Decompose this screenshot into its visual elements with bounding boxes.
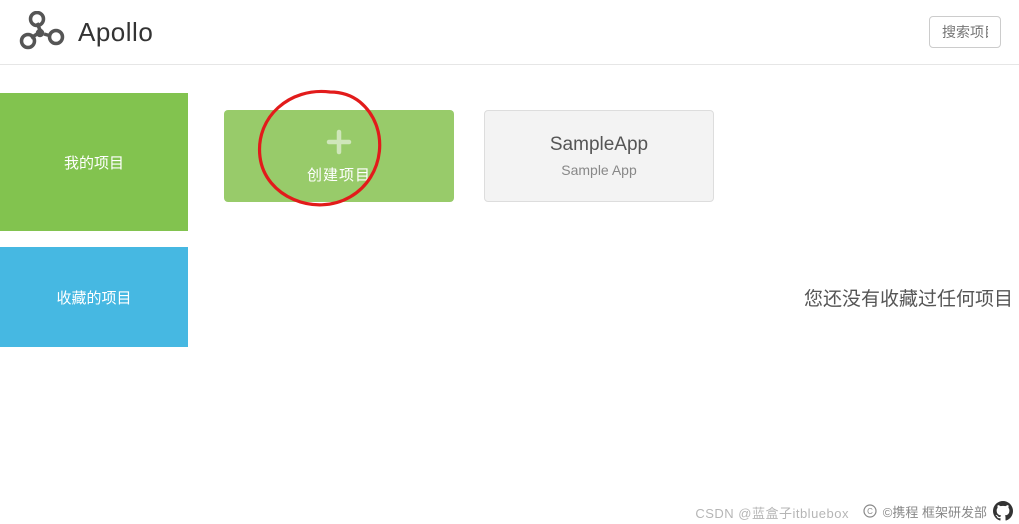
favorites-label: 收藏的项目 <box>56 287 131 308</box>
app-card-subtitle: Sample App <box>561 162 637 178</box>
create-project-label: 创建项目 <box>307 164 371 185</box>
watermark: CSDN @蓝盒子itbluebox <box>695 503 849 522</box>
app-card-title: SampleApp <box>550 134 648 156</box>
favorites-tab[interactable]: 收藏的项目 <box>0 247 188 347</box>
favorites-empty-text: 您还没有收藏过任何项目 <box>804 284 1013 311</box>
navbar: Apollo <box>0 0 1019 65</box>
my-projects-label: 我的项目 <box>64 152 124 173</box>
footer-text: ©携程 框架研发部 <box>883 502 987 521</box>
my-projects-tab[interactable]: 我的项目 <box>0 93 188 231</box>
plus-icon <box>325 128 353 156</box>
footer: C ©携程 框架研发部 <box>863 501 1013 521</box>
create-project-button[interactable]: 创建项目 <box>224 110 454 202</box>
apollo-logo-icon <box>18 11 68 53</box>
favorites-content: 您还没有收藏过任何项目 <box>188 247 1019 347</box>
brand-title: Apollo <box>78 17 153 48</box>
favorites-section: 收藏的项目 您还没有收藏过任何项目 <box>0 247 1019 347</box>
brand[interactable]: Apollo <box>18 11 153 53</box>
copyright-icon: C <box>863 504 877 518</box>
search-input[interactable] <box>929 16 1001 48</box>
my-projects-content: 创建项目 SampleApp Sample App <box>188 65 1019 231</box>
app-card-sampleapp[interactable]: SampleApp Sample App <box>484 110 714 202</box>
svg-text:C: C <box>867 507 873 516</box>
github-icon[interactable] <box>993 501 1013 521</box>
my-projects-section: 我的项目 创建项目 SampleApp Sample App <box>0 65 1019 231</box>
